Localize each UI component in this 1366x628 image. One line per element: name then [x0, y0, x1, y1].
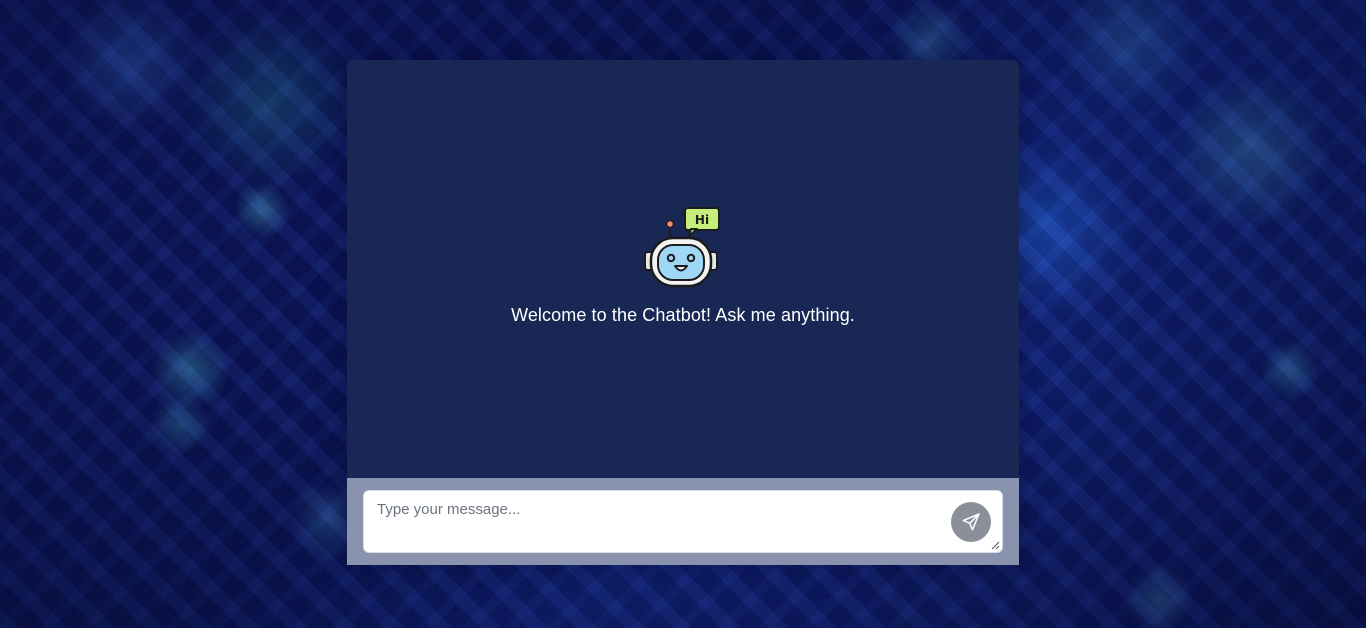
chat-messages-area: Hi Welcome to the Chatbot! Ask me anythi…	[347, 60, 1019, 478]
welcome-message: Welcome to the Chatbot! Ask me anything.	[511, 305, 855, 325]
bubble-text: Hi	[695, 213, 709, 227]
message-input[interactable]	[364, 491, 1002, 552]
send-button[interactable]	[951, 502, 991, 542]
chat-window: Hi Welcome to the Chatbot! Ask me anythi…	[347, 60, 1019, 565]
robot-icon: Hi	[644, 207, 720, 288]
send-icon	[962, 513, 980, 531]
message-composer	[347, 478, 1019, 565]
resize-handle-icon[interactable]	[991, 541, 1000, 550]
message-input-container	[363, 490, 1003, 553]
